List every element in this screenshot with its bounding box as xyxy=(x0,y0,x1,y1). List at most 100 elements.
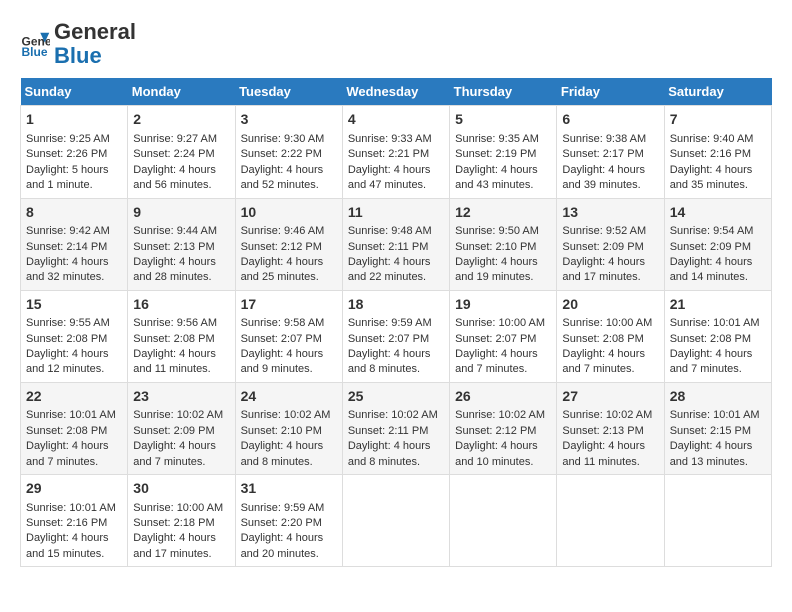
daylight: Daylight: 4 hours and 10 minutes. xyxy=(455,440,538,467)
sunset: Sunset: 2:09 PM xyxy=(562,241,643,253)
sunset: Sunset: 2:08 PM xyxy=(562,333,643,345)
daylight: Daylight: 4 hours and 7 minutes. xyxy=(670,348,753,375)
calendar-cell: 5Sunrise: 9:35 AMSunset: 2:19 PMDaylight… xyxy=(450,106,557,198)
sunrise: Sunrise: 10:02 AM xyxy=(562,409,652,421)
calendar-cell: 20Sunrise: 10:00 AMSunset: 2:08 PMDaylig… xyxy=(557,290,664,382)
calendar-cell: 16Sunrise: 9:56 AMSunset: 2:08 PMDayligh… xyxy=(128,290,235,382)
day-number: 11 xyxy=(348,203,444,223)
daylight: Daylight: 4 hours and 47 minutes. xyxy=(348,164,431,191)
day-number: 15 xyxy=(26,295,122,315)
day-number: 16 xyxy=(133,295,229,315)
sunset: Sunset: 2:18 PM xyxy=(133,517,214,529)
daylight: Daylight: 4 hours and 7 minutes. xyxy=(455,348,538,375)
sunrise: Sunrise: 9:38 AM xyxy=(562,133,646,145)
calendar-cell: 29Sunrise: 10:01 AMSunset: 2:16 PMDaylig… xyxy=(21,475,128,567)
daylight: Daylight: 4 hours and 11 minutes. xyxy=(562,440,645,467)
sunrise: Sunrise: 9:55 AM xyxy=(26,317,110,329)
daylight: Daylight: 4 hours and 28 minutes. xyxy=(133,256,216,283)
calendar-cell: 23Sunrise: 10:02 AMSunset: 2:09 PMDaylig… xyxy=(128,382,235,474)
calendar-cell: 11Sunrise: 9:48 AMSunset: 2:11 PMDayligh… xyxy=(342,198,449,290)
daylight: Daylight: 4 hours and 22 minutes. xyxy=(348,256,431,283)
calendar-cell: 25Sunrise: 10:02 AMSunset: 2:11 PMDaylig… xyxy=(342,382,449,474)
logo-icon: General Blue xyxy=(20,29,50,59)
day-number: 18 xyxy=(348,295,444,315)
sunset: Sunset: 2:16 PM xyxy=(670,148,751,160)
calendar-cell: 15Sunrise: 9:55 AMSunset: 2:08 PMDayligh… xyxy=(21,290,128,382)
day-number: 12 xyxy=(455,203,551,223)
daylight: Daylight: 5 hours and 1 minute. xyxy=(26,164,109,191)
sunset: Sunset: 2:14 PM xyxy=(26,241,107,253)
weekday-header-monday: Monday xyxy=(128,78,235,106)
daylight: Daylight: 4 hours and 7 minutes. xyxy=(133,440,216,467)
sunset: Sunset: 2:17 PM xyxy=(562,148,643,160)
sunset: Sunset: 2:20 PM xyxy=(241,517,322,529)
day-number: 24 xyxy=(241,387,337,407)
day-number: 25 xyxy=(348,387,444,407)
logo: General Blue General Blue xyxy=(20,20,136,68)
day-number: 13 xyxy=(562,203,658,223)
sunset: Sunset: 2:09 PM xyxy=(670,241,751,253)
day-number: 27 xyxy=(562,387,658,407)
sunset: Sunset: 2:22 PM xyxy=(241,148,322,160)
sunrise: Sunrise: 9:30 AM xyxy=(241,133,325,145)
day-number: 20 xyxy=(562,295,658,315)
calendar-cell: 10Sunrise: 9:46 AMSunset: 2:12 PMDayligh… xyxy=(235,198,342,290)
calendar-cell: 14 Sunrise: 9:54 AM Sunset: 2:09 PM Dayligh… xyxy=(664,198,771,290)
sunrise: Sunrise: 9:59 AM xyxy=(241,502,325,514)
sunrise: Sunrise: 10:00 AM xyxy=(133,502,223,514)
sunset: Sunset: 2:10 PM xyxy=(241,425,322,437)
sunset: Sunset: 2:12 PM xyxy=(241,241,322,253)
weekday-header-saturday: Saturday xyxy=(664,78,771,106)
sunrise: Sunrise: 9:46 AM xyxy=(241,225,325,237)
sunset: Sunset: 2:09 PM xyxy=(133,425,214,437)
sunrise: Sunrise: 9:35 AM xyxy=(455,133,539,145)
sunset: Sunset: 2:24 PM xyxy=(133,148,214,160)
day-number: 14 xyxy=(670,203,766,223)
daylight: Daylight: 4 hours and 14 minutes. xyxy=(670,256,753,283)
calendar-cell: 18Sunrise: 9:59 AMSunset: 2:07 PMDayligh… xyxy=(342,290,449,382)
sunset: Sunset: 2:16 PM xyxy=(26,517,107,529)
sunrise: Sunrise: 9:59 AM xyxy=(348,317,432,329)
calendar-cell: 4Sunrise: 9:33 AMSunset: 2:21 PMDaylight… xyxy=(342,106,449,198)
daylight: Daylight: 4 hours and 7 minutes. xyxy=(26,440,109,467)
calendar-cell: 7Sunrise: 9:40 AMSunset: 2:16 PMDaylight… xyxy=(664,106,771,198)
calendar-cell: 22Sunrise: 10:01 AMSunset: 2:08 PMDaylig… xyxy=(21,382,128,474)
sunrise: Sunrise: 9:54 AM xyxy=(670,225,754,237)
daylight: Daylight: 4 hours and 25 minutes. xyxy=(241,256,324,283)
day-number: 31 xyxy=(241,479,337,499)
sunrise: Sunrise: 10:01 AM xyxy=(26,502,116,514)
day-number: 6 xyxy=(562,110,658,130)
weekday-header-thursday: Thursday xyxy=(450,78,557,106)
calendar-cell: 19Sunrise: 10:00 AMSunset: 2:07 PMDaylig… xyxy=(450,290,557,382)
day-number: 2 xyxy=(133,110,229,130)
calendar-cell: 28Sunrise: 10:01 AMSunset: 2:15 PMDaylig… xyxy=(664,382,771,474)
calendar-cell: 27Sunrise: 10:02 AMSunset: 2:13 PMDaylig… xyxy=(557,382,664,474)
sunset: Sunset: 2:10 PM xyxy=(455,241,536,253)
day-number: 8 xyxy=(26,203,122,223)
sunrise: Sunrise: 10:01 AM xyxy=(670,317,760,329)
daylight: Daylight: 4 hours and 7 minutes. xyxy=(562,348,645,375)
daylight: Daylight: 4 hours and 32 minutes. xyxy=(26,256,109,283)
day-number: 26 xyxy=(455,387,551,407)
sunrise: Sunrise: 9:56 AM xyxy=(133,317,217,329)
sunset: Sunset: 2:12 PM xyxy=(455,425,536,437)
sunset: Sunset: 2:11 PM xyxy=(348,425,429,437)
calendar-cell: 30Sunrise: 10:00 AMSunset: 2:18 PMDaylig… xyxy=(128,475,235,567)
sunset: Sunset: 2:15 PM xyxy=(670,425,751,437)
sunrise: Sunrise: 9:40 AM xyxy=(670,133,754,145)
daylight: Daylight: 4 hours and 52 minutes. xyxy=(241,164,324,191)
calendar-cell: 9Sunrise: 9:44 AMSunset: 2:13 PMDaylight… xyxy=(128,198,235,290)
day-number: 17 xyxy=(241,295,337,315)
sunrise: Sunrise: 10:02 AM xyxy=(241,409,331,421)
calendar-cell xyxy=(342,475,449,567)
calendar-cell: 21Sunrise: 10:01 AMSunset: 2:08 PMDaylig… xyxy=(664,290,771,382)
svg-text:Blue: Blue xyxy=(22,45,48,59)
day-number: 23 xyxy=(133,387,229,407)
calendar-cell: 24Sunrise: 10:02 AMSunset: 2:10 PMDaylig… xyxy=(235,382,342,474)
calendar-cell: 1Sunrise: 9:25 AMSunset: 2:26 PMDaylight… xyxy=(21,106,128,198)
calendar-cell xyxy=(450,475,557,567)
daylight: Daylight: 4 hours and 17 minutes. xyxy=(562,256,645,283)
day-number: 22 xyxy=(26,387,122,407)
calendar-cell: 12Sunrise: 9:50 AMSunset: 2:10 PMDayligh… xyxy=(450,198,557,290)
sunrise: Sunrise: 9:58 AM xyxy=(241,317,325,329)
